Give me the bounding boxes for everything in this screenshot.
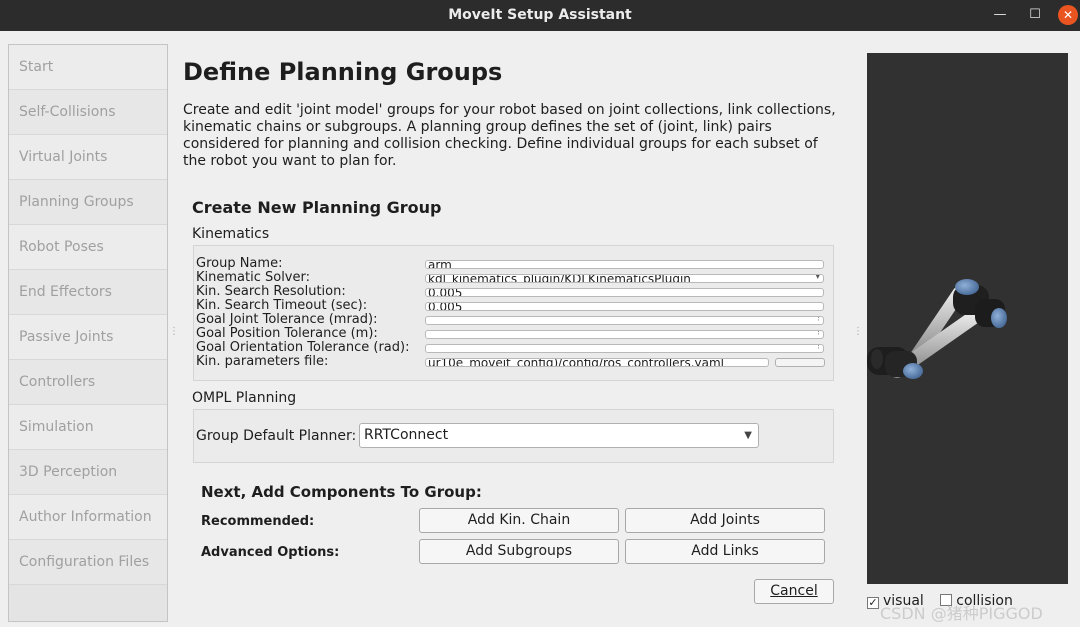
default-planner-select[interactable]: RRTConnect ▼ bbox=[359, 423, 759, 448]
sidebar-item-simulation[interactable]: Simulation bbox=[9, 405, 167, 450]
sidebar-item-controllers[interactable]: Controllers bbox=[9, 360, 167, 405]
position-tolerance-spinbox[interactable] bbox=[425, 330, 824, 339]
page-description: Create and edit 'joint model' groups for… bbox=[183, 102, 836, 169]
search-resolution-input[interactable]: 0.005 bbox=[425, 288, 824, 297]
orientation-tolerance-label: Goal Orientation Tolerance (rad): bbox=[196, 340, 410, 355]
create-group-heading: Create New Planning Group bbox=[192, 198, 442, 217]
kinematic-solver-select[interactable]: kdl_kinematics_plugin/KDLKinematicsPlugi… bbox=[425, 274, 824, 283]
default-planner-value: RRTConnect bbox=[364, 427, 449, 443]
search-timeout-input[interactable]: 0.005 bbox=[425, 302, 824, 311]
add-joints-button[interactable]: Add Joints bbox=[625, 508, 825, 533]
splitter-handle[interactable]: ⋮ bbox=[169, 326, 179, 337]
kinematics-panel: Group Name: arm Kinematic Solver: kdl_ki… bbox=[193, 245, 834, 381]
sidebar-item-virtual-joints[interactable]: Virtual Joints bbox=[9, 135, 167, 180]
sidebar-item-self-collisions[interactable]: Self-Collisions bbox=[9, 90, 167, 135]
ompl-panel: Group Default Planner: RRTConnect ▼ bbox=[193, 409, 834, 463]
close-icon[interactable]: ✕ bbox=[1058, 5, 1078, 25]
add-subgroups-button[interactable]: Add Subgroups bbox=[419, 539, 619, 564]
chevron-down-icon: ▼ bbox=[744, 430, 752, 441]
splitter-handle-right[interactable]: ⋮ bbox=[853, 326, 863, 337]
add-kin-chain-button[interactable]: Add Kin. Chain bbox=[419, 508, 619, 533]
page-title: Define Planning Groups bbox=[183, 58, 503, 86]
sidebar-item-passive-joints[interactable]: Passive Joints bbox=[9, 315, 167, 360]
cancel-button[interactable]: Cancel bbox=[754, 579, 834, 604]
add-links-button[interactable]: Add Links bbox=[625, 539, 825, 564]
minimize-icon[interactable]: — bbox=[990, 5, 1010, 25]
params-file-label: Kin. parameters file: bbox=[196, 354, 329, 369]
robot-arm-render bbox=[867, 279, 1007, 379]
joint-tolerance-label: Goal Joint Tolerance (mrad): bbox=[196, 312, 378, 327]
advanced-options-label: Advanced Options: bbox=[201, 545, 340, 560]
watermark-text: CSDN @猪种PIGGOD bbox=[880, 604, 1043, 623]
default-planner-label: Group Default Planner: bbox=[196, 428, 357, 444]
kinematics-heading: Kinematics bbox=[192, 226, 270, 242]
joint-tolerance-spinbox[interactable] bbox=[425, 316, 824, 325]
params-file-browse-button[interactable] bbox=[775, 358, 825, 367]
sidebar-item-author-information[interactable]: Author Information bbox=[9, 495, 167, 540]
sidebar-item-start[interactable]: Start bbox=[9, 45, 167, 90]
maximize-icon[interactable]: ☐ bbox=[1025, 5, 1045, 25]
window-title: MoveIt Setup Assistant bbox=[448, 7, 632, 23]
orientation-tolerance-spinbox[interactable] bbox=[425, 344, 824, 353]
title-bar: MoveIt Setup Assistant — ☐ ✕ bbox=[0, 0, 1080, 31]
sidebar-nav: Start Self-Collisions Virtual Joints Pla… bbox=[8, 44, 168, 622]
robot-3d-viewport[interactable] bbox=[867, 53, 1068, 584]
visual-checkbox[interactable]: ✓ bbox=[867, 597, 879, 609]
cancel-label: Cancel bbox=[770, 583, 818, 599]
group-name-input[interactable]: arm bbox=[425, 260, 824, 269]
search-resolution-label: Kin. Search Resolution: bbox=[196, 284, 346, 299]
search-timeout-label: Kin. Search Timeout (sec): bbox=[196, 298, 368, 313]
next-components-heading: Next, Add Components To Group: bbox=[201, 483, 482, 501]
recommended-label: Recommended: bbox=[201, 514, 315, 529]
sidebar-item-configuration-files[interactable]: Configuration Files bbox=[9, 540, 167, 585]
sidebar-item-3d-perception[interactable]: 3D Perception bbox=[9, 450, 167, 495]
params-file-input[interactable]: ur10e_moveit_config)/config/ros_controll… bbox=[425, 358, 769, 367]
position-tolerance-label: Goal Position Tolerance (m): bbox=[196, 326, 378, 341]
kinematic-solver-label: Kinematic Solver: bbox=[196, 270, 310, 285]
sidebar-item-robot-poses[interactable]: Robot Poses bbox=[9, 225, 167, 270]
group-name-label: Group Name: bbox=[196, 256, 283, 271]
ompl-heading: OMPL Planning bbox=[192, 390, 297, 406]
sidebar-item-planning-groups[interactable]: Planning Groups bbox=[9, 180, 167, 225]
sidebar-item-end-effectors[interactable]: End Effectors bbox=[9, 270, 167, 315]
